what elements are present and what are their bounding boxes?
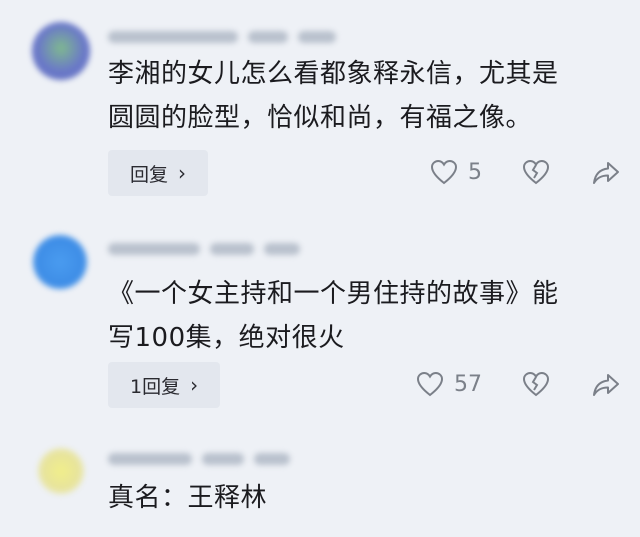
reply-label: 1回复 [130, 375, 181, 398]
avatar[interactable] [32, 22, 90, 80]
avatar[interactable] [33, 235, 87, 289]
broken-heart-icon [522, 371, 550, 397]
like-count: 57 [454, 371, 482, 397]
chevron-right-icon: › [190, 373, 199, 397]
like-button[interactable]: 5 [430, 159, 482, 185]
reply-label: 回复 [130, 163, 169, 186]
share-icon [593, 374, 619, 396]
share-button[interactable] [592, 160, 620, 186]
like-count: 5 [468, 159, 482, 185]
dislike-button[interactable] [522, 159, 550, 185]
broken-heart-icon [522, 159, 550, 185]
like-button[interactable]: 57 [416, 371, 482, 397]
comment-meta [108, 242, 300, 256]
dislike-button[interactable] [522, 371, 550, 397]
comment-text: 李湘的女儿怎么看都象释永信，尤其是 圆圆的脸型，恰似和尚，有福之像。 [108, 59, 559, 133]
reply-button[interactable]: 1回复 › [108, 362, 221, 408]
comment-meta [108, 30, 336, 44]
chevron-right-icon: › [178, 161, 187, 185]
share-button[interactable] [592, 372, 620, 398]
comment-text: 真名：王释林 [108, 483, 268, 513]
heart-icon [430, 159, 458, 185]
comment-text: 《一个女主持和一个男住持的故事》能 写100集，绝对很火 [108, 279, 559, 353]
reply-button[interactable]: 回复 › [108, 150, 209, 196]
avatar[interactable] [38, 448, 84, 494]
share-icon [593, 162, 619, 184]
comment-meta [108, 452, 290, 466]
heart-icon [416, 371, 444, 397]
